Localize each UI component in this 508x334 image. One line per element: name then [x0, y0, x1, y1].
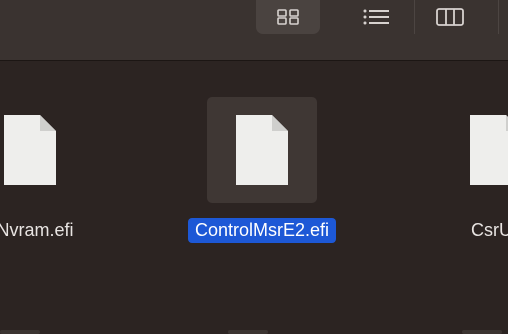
file-item[interactable]: nNvram.efi [0, 97, 110, 257]
toolbar-separator [414, 0, 415, 34]
document-icon [4, 115, 56, 185]
list-icon [363, 9, 389, 25]
file-item[interactable]: CsrUti [416, 97, 508, 257]
file-name-text: nNvram.efi [0, 220, 74, 240]
next-row-item [462, 330, 502, 334]
finder-toolbar [0, 0, 508, 61]
file-grid: nNvram.efi ControlMsrE2.efi CsrUti [0, 61, 508, 334]
file-name-text: ControlMsrE2.efi [187, 218, 337, 243]
grid-icon [277, 9, 299, 25]
file-name-text: CsrUti [471, 220, 508, 240]
file-item-selected[interactable]: ControlMsrE2.efi [182, 97, 342, 257]
document-icon [470, 115, 508, 185]
file-thumbnail[interactable] [0, 97, 85, 203]
file-thumbnail[interactable] [207, 97, 317, 203]
file-name-label[interactable]: nNvram.efi [0, 218, 110, 243]
file-name-label[interactable]: CsrUti [416, 218, 508, 243]
next-row-item [0, 330, 40, 334]
toolbar-separator [498, 0, 499, 34]
file-thumbnail[interactable] [441, 97, 508, 203]
list-view-button[interactable] [352, 0, 402, 34]
columns-icon [436, 8, 464, 26]
icon-view-button[interactable] [256, 0, 320, 34]
next-row-item [228, 330, 268, 334]
document-icon [236, 115, 288, 185]
file-name-label[interactable]: ControlMsrE2.efi [182, 218, 342, 243]
column-view-button[interactable] [424, 0, 476, 34]
